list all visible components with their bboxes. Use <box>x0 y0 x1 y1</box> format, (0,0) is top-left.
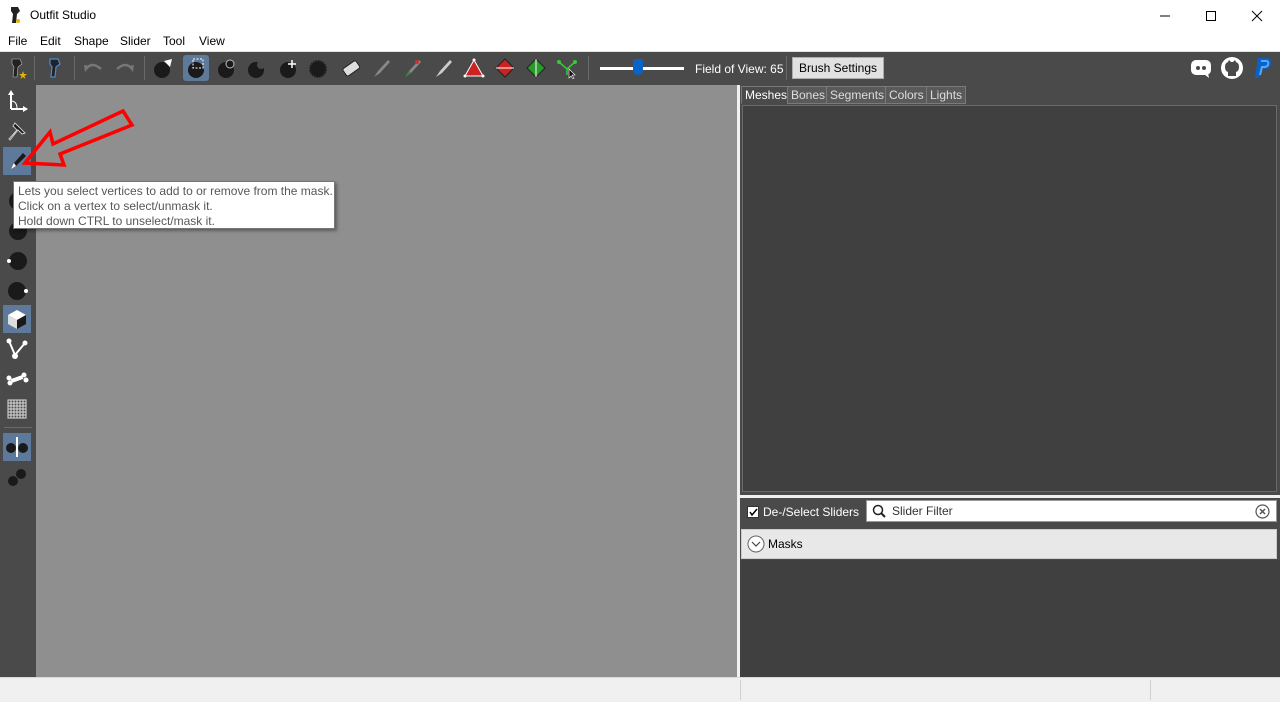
slider-filter-placeholder: Slider Filter <box>892 504 953 518</box>
menu-file[interactable]: File <box>8 34 27 48</box>
undiff-icon[interactable] <box>338 55 364 81</box>
alpha-brush-icon[interactable] <box>430 55 456 81</box>
node-icon[interactable] <box>3 335 31 363</box>
fov-label: Field of View: 65 <box>695 62 784 76</box>
toolbar: Field of View: 65 <box>0 52 1280 85</box>
sphere-icon-4[interactable] <box>3 275 31 303</box>
deselect-sliders-label: De-/Select Sliders <box>763 505 860 519</box>
checkbox[interactable] <box>747 506 759 518</box>
tab-lights[interactable]: Lights <box>926 86 967 104</box>
meshes-list[interactable] <box>742 105 1277 492</box>
tooltip-line-3: Hold down CTRL to unselect/mask it. <box>18 214 215 228</box>
masks-row[interactable]: Masks <box>741 529 1277 559</box>
clear-filter-icon[interactable] <box>1255 504 1270 522</box>
maximize-button[interactable] <box>1188 0 1234 31</box>
menu-bar: File Edit Shape Slider Tool View <box>0 31 1280 52</box>
chevron-down-icon[interactable] <box>747 535 765 556</box>
close-button[interactable] <box>1234 0 1280 31</box>
select-icon[interactable] <box>150 55 176 81</box>
tab-colors[interactable]: Colors <box>885 86 928 104</box>
smooth-icon[interactable] <box>305 55 331 81</box>
fov-slider-handle[interactable] <box>633 59 643 75</box>
outfit-icon[interactable] <box>4 55 30 81</box>
left-toolbar <box>0 85 36 677</box>
tooltip: Lets you select vertices to add to or re… <box>13 181 335 229</box>
paypal-icon[interactable] <box>1250 55 1276 81</box>
menu-tool[interactable]: Tool <box>163 34 185 48</box>
cube-icon[interactable] <box>3 305 31 333</box>
weight-brush-icon[interactable] <box>368 55 394 81</box>
discord-icon[interactable] <box>1188 55 1214 81</box>
status-bar <box>0 677 1280 702</box>
reference-icon[interactable] <box>42 55 68 81</box>
masks-label: Masks <box>768 537 803 551</box>
window-title: Outfit Studio <box>30 8 97 22</box>
menu-edit[interactable]: Edit <box>40 34 61 48</box>
menu-view[interactable]: View <box>199 34 225 48</box>
app-icon <box>8 6 24 24</box>
deselect-sliders-checkbox[interactable]: De-/Select Sliders <box>747 505 859 519</box>
move-icon[interactable] <box>275 55 301 81</box>
deflate-icon[interactable] <box>243 55 269 81</box>
slider-list[interactable] <box>740 560 1280 677</box>
tab-bones[interactable]: Bones <box>787 86 830 104</box>
redo-icon[interactable] <box>112 55 138 81</box>
minimize-button[interactable] <box>1142 0 1188 31</box>
tab-segments[interactable]: Segments <box>826 86 889 104</box>
menu-shape[interactable]: Shape <box>74 34 109 48</box>
flip-edge-icon[interactable] <box>492 55 518 81</box>
3d-viewport[interactable] <box>36 85 737 677</box>
grid-icon[interactable] <box>3 395 31 423</box>
brush-connected-icon[interactable] <box>3 463 31 491</box>
menu-slider[interactable]: Slider <box>120 34 151 48</box>
inflate-icon[interactable] <box>213 55 239 81</box>
slider-filter-input[interactable]: Slider Filter <box>866 500 1277 522</box>
split-edge-icon[interactable] <box>523 55 549 81</box>
sphere-icon-3[interactable] <box>3 245 31 273</box>
bone-icon[interactable] <box>3 365 31 393</box>
search-icon <box>872 504 886 521</box>
color-brush-icon[interactable] <box>399 55 425 81</box>
annotation-arrow <box>21 108 135 167</box>
title-bar: Outfit Studio <box>0 0 1280 31</box>
mirror-icon[interactable] <box>3 433 31 461</box>
tooltip-line-2: Click on a vertex to select/unmask it. <box>18 199 213 213</box>
brush-settings-button[interactable]: Brush Settings <box>792 57 884 79</box>
github-icon[interactable] <box>1219 55 1245 81</box>
undo-icon[interactable] <box>80 55 106 81</box>
tab-meshes[interactable]: Meshes <box>741 86 792 104</box>
tooltip-line-1: Lets you select vertices to add to or re… <box>18 184 333 198</box>
collapse-vertex-icon[interactable] <box>461 55 487 81</box>
mask-brush-icon[interactable] <box>183 55 209 81</box>
select-vertex-icon[interactable] <box>554 55 580 81</box>
